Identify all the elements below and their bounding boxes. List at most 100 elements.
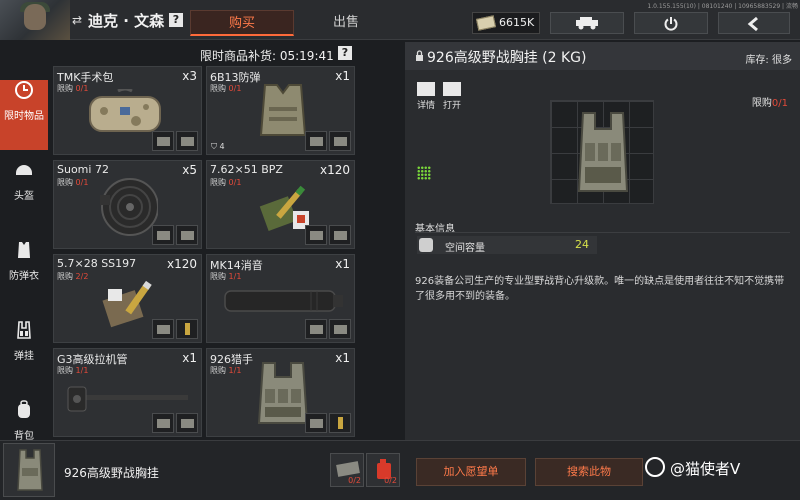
requirement-slot [329,225,351,245]
clock-icon [15,81,33,99]
chevron-left-icon [747,16,758,32]
watermark-text: @猫使者V [670,460,741,478]
chest-rig-icon [17,449,43,491]
item-limit: 限购 1/1 [210,366,242,375]
watermark-logo-icon [645,457,665,477]
build-info: 1.0.155.155(10) | 08101240 | 10965883529… [647,3,798,10]
stat-name: 空间容量 [445,243,485,254]
lock-icon [416,50,423,61]
sidebar-item-label: 防弹衣 [9,271,39,282]
detail-purchase-limit: 限购0/1 [751,98,788,109]
item-quantity: x120 [319,163,350,177]
player-name: 迪克 · 文森 [88,12,165,30]
item-name: 7.62×51 BPZ [210,163,283,176]
cost-count: 0/2 [384,476,397,485]
cost-item-1: 0/2 [330,453,364,487]
requirement-slot [152,413,174,433]
item-quantity: x5 [182,163,197,177]
detail-header: 926高级野战胸挂 (2 KG) 库存: 很多 [405,42,800,70]
power-icon [664,17,678,31]
detail-title: 926高级野战胸挂 (2 KG) [427,50,587,66]
tab-sell[interactable]: 出售 [294,10,398,36]
restock-help-button[interactable]: ? [338,46,352,60]
item-quantity: x1 [335,351,350,365]
back-button[interactable] [718,12,790,34]
details-label: 详情 [416,101,435,111]
requirement-slot [329,413,351,433]
helmet-icon [16,165,32,175]
details-icon [417,82,435,96]
chest-rig-preview-icon [577,112,629,192]
item-quantity: x3 [182,69,197,83]
item-limit: 限购 0/1 [210,178,242,187]
stat-value: 24 [575,238,589,251]
search-item-button[interactable]: 搜索此物 [535,458,643,486]
help-button[interactable]: ? [169,13,183,27]
item-quantity: x1 [182,351,197,365]
item-quantity: x120 [166,257,197,271]
vehicle-button[interactable] [550,12,624,34]
requirement-slot [176,225,198,245]
sidebar-item-helmet[interactable]: 头盔 [0,160,48,230]
divider [415,232,790,233]
restock-timer: 限时商品补货: 05:19:41 [200,49,334,63]
item-card-6b13-armor[interactable]: 6B13防弹 限购 0/1 x1 ⛉ 4 [206,66,355,155]
item-size-grid [550,100,654,204]
top-bar: ⇄ 迪克 · 文森 ? 购买 出售 6615K 1.0.155.155(10) … [0,0,800,40]
requirement-slot [152,225,174,245]
item-card-57-ss197[interactable]: 5.7×28 SS197 限购 2/2 x120 [53,254,202,343]
requirement-slot [176,131,198,151]
item-limit: 限购 0/1 [57,178,89,187]
requirement-slot [176,413,198,433]
vehicle-icon [576,17,598,30]
body-armor-icon [259,84,307,136]
item-limit: 限购 0/1 [210,84,242,93]
suppressor-icon [224,290,343,312]
capacity-icon [419,238,433,252]
item-card-mk14-suppressor[interactable]: MK14消音 限购 1/1 x1 [206,254,355,343]
sidebar-item-label: 头盔 [14,191,34,202]
item-card-tmk-surgical-kit[interactable]: TMK手术包 限购 0/1 x3 [53,66,202,155]
item-card-762-bpz[interactable]: 7.62×51 BPZ 限购 0/1 x120 [206,160,355,249]
requirement-slot [329,131,351,151]
sidebar-item-limited[interactable]: 限时物品 [0,80,48,150]
backpack-icon [18,400,30,418]
requirement-slot [152,131,174,151]
charging-handle-icon [67,386,188,412]
chest-rig-icon [17,321,31,339]
requirement-slot [305,131,327,151]
item-name: 5.7×28 SS197 [57,257,137,270]
requirement-slot [305,225,327,245]
bottom-bar: 926高级野战胸挂 0/2 0/2 加入愿望单 搜索此物 @猫使者V [0,440,800,500]
stat-row-capacity: 空间容量 24 [417,236,597,254]
details-action[interactable]: 详情 [413,82,439,111]
item-card-g3-charging-handle[interactable]: G3高级拉机管 限购 1/1 x1 [53,348,202,437]
item-description: 926装备公司生产的专业型野战背心升级款。唯一的缺点是使用者往往不知不觉携带了很… [415,276,785,302]
tab-buy[interactable]: 购买 [190,10,294,36]
item-quantity: x1 [335,69,350,83]
item-card-suomi-72[interactable]: Suomi 72 限购 0/1 x5 [53,160,202,249]
add-to-wishlist-button[interactable]: 加入愿望单 [416,458,526,486]
open-label: 打开 [442,101,461,111]
item-card-926-hunter[interactable]: 926猎手 限购 1/1 x1 [206,348,355,437]
requirement-slot [152,319,174,339]
selected-item-name: 926高级野战胸挂 [64,466,159,480]
requirement-slot [305,319,327,339]
chest-rig-icon [257,362,309,424]
swap-icon[interactable]: ⇄ [72,13,82,27]
open-action[interactable]: 打开 [439,82,465,111]
requirement-slot [305,413,327,433]
selected-item-thumbnail [3,443,55,497]
armor-level: ⛉ 4 [211,142,225,151]
surgical-kit-icon [89,89,161,132]
sidebar-item-chest-rig[interactable]: 弹挂 [0,320,48,390]
drum-magazine-icon [100,178,158,236]
category-sidebar: 限时物品 头盔 防弹衣 弹挂 背包 [0,70,50,442]
grid-size-icon [417,166,431,180]
requirement-slot [329,319,351,339]
open-box-icon [443,82,461,96]
cash-icon [475,15,497,31]
power-button[interactable] [634,12,708,34]
sidebar-item-body-armor[interactable]: 防弹衣 [0,240,48,310]
player-avatar[interactable] [0,0,70,40]
